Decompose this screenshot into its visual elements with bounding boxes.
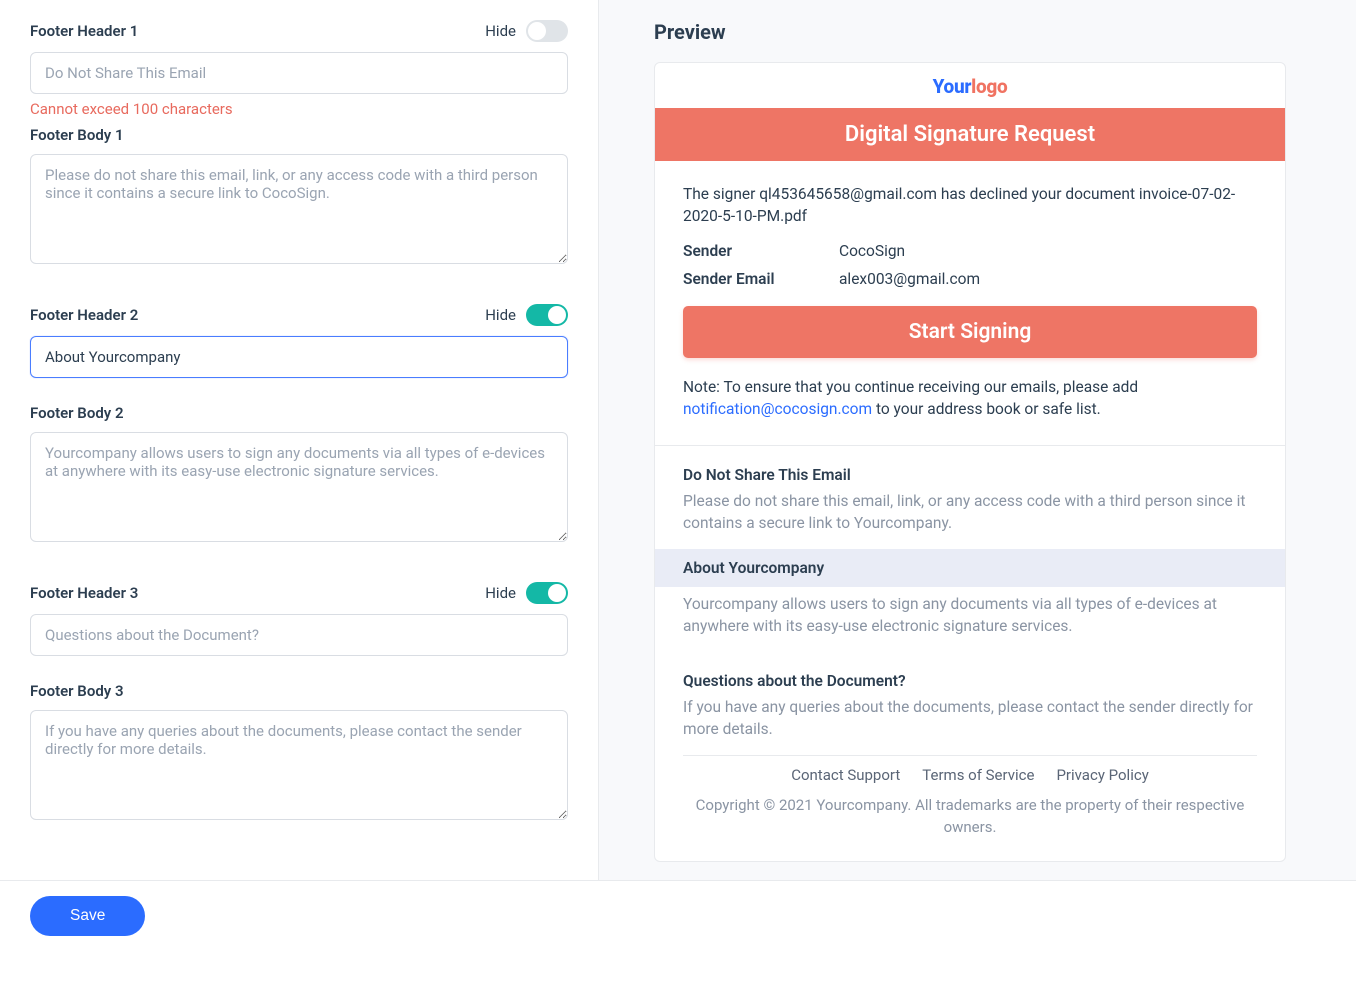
logo-part-1: Your	[933, 75, 972, 98]
hide-label-1: Hide	[485, 22, 516, 40]
footer-body-2-group: Footer Body 2	[30, 404, 568, 546]
section-2-head: About Yourcompany	[655, 549, 1285, 587]
footer-body-2-row: Footer Body 2	[30, 404, 568, 422]
section-1-head: Do Not Share This Email	[683, 466, 1257, 484]
footer-body-2-label: Footer Body 2	[30, 404, 124, 422]
footer-header-3-group: Footer Header 3 Hide	[30, 582, 568, 656]
form-panel[interactable]: Footer Header 1 Hide Cannot exceed 100 c…	[0, 0, 598, 880]
hide-label-2: Hide	[485, 306, 516, 324]
footer-body-3-textarea[interactable]	[30, 710, 568, 820]
footer-header-1-row: Footer Header 1 Hide	[30, 20, 568, 42]
footer-body-3-row: Footer Body 3	[30, 682, 568, 700]
footer-header-1-label: Footer Header 1	[30, 22, 138, 40]
footer-header-3-input[interactable]	[30, 614, 568, 656]
copyright-text: Copyright © 2021 Yourcompany. All tradem…	[655, 794, 1285, 861]
footer-header-2-label: Footer Header 2	[30, 306, 138, 324]
sender-value: CocoSign	[839, 242, 905, 260]
section-3-body: If you have any queries about the docume…	[683, 696, 1257, 741]
footer-header-1-error: Cannot exceed 100 characters	[30, 100, 568, 118]
hide-label-3: Hide	[485, 584, 516, 602]
note-prefix: Note: To ensure that you continue receiv…	[683, 378, 1138, 396]
terms-link[interactable]: Terms of Service	[922, 766, 1034, 784]
footer-links: Contact Support Terms of Service Privacy…	[655, 756, 1285, 794]
bottom-bar: Save	[0, 880, 1356, 950]
footer-header-1-input[interactable]	[30, 52, 568, 94]
footer-header-3-toggle[interactable]	[526, 582, 568, 604]
footer-body-1-textarea[interactable]	[30, 154, 568, 264]
sender-label: Sender	[683, 242, 839, 260]
decline-text: The signer ql453645658@gmail.com has dec…	[683, 183, 1257, 228]
section-2-body: Yourcompany allows users to sign any doc…	[683, 593, 1257, 638]
preview-card: Yourlogo Digital Signature Request The s…	[654, 62, 1286, 862]
sender-email-label: Sender Email	[683, 270, 839, 288]
footer-header-2-hide: Hide	[485, 304, 568, 326]
preview-title: Preview	[654, 20, 1286, 44]
footer-body-3-label: Footer Body 3	[30, 682, 124, 700]
footer-header-1-toggle[interactable]	[526, 20, 568, 42]
note-text: Note: To ensure that you continue receiv…	[683, 376, 1257, 421]
footer-header-2-toggle[interactable]	[526, 304, 568, 326]
sender-row: Sender CocoSign	[683, 242, 1257, 260]
privacy-link[interactable]: Privacy Policy	[1056, 766, 1148, 784]
sender-email-value: alex003@gmail.com	[839, 270, 980, 288]
footer-header-3-row: Footer Header 3 Hide	[30, 582, 568, 604]
preview-section-3: Questions about the Document? If you hav…	[655, 652, 1285, 755]
preview-section-2: About Yourcompany Yourcompany allows use…	[655, 549, 1285, 652]
logo-area: Yourlogo	[655, 63, 1285, 108]
footer-body-3-group: Footer Body 3	[30, 682, 568, 824]
footer-header-1-group: Footer Header 1 Hide Cannot exceed 100 c…	[30, 20, 568, 118]
note-suffix: to your address book or safe list.	[872, 400, 1101, 418]
footer-header-3-label: Footer Header 3	[30, 584, 138, 602]
preview-section-1: Do Not Share This Email Please do not sh…	[655, 446, 1285, 549]
preview-body: The signer ql453645658@gmail.com has dec…	[655, 161, 1285, 431]
contact-support-link[interactable]: Contact Support	[791, 766, 900, 784]
footer-body-1-row: Footer Body 1	[30, 126, 568, 144]
preview-panel: Preview Yourlogo Digital Signature Reque…	[598, 0, 1356, 880]
footer-body-1-group: Footer Body 1	[30, 126, 568, 268]
footer-body-2-textarea[interactable]	[30, 432, 568, 542]
start-signing-button[interactable]: Start Signing	[683, 306, 1257, 358]
footer-header-2-input[interactable]	[30, 336, 568, 378]
save-button[interactable]: Save	[30, 896, 145, 936]
footer-body-1-label: Footer Body 1	[30, 126, 124, 144]
logo-part-2: logo	[971, 75, 1007, 98]
sender-email-row: Sender Email alex003@gmail.com	[683, 270, 1257, 288]
preview-banner: Digital Signature Request	[655, 108, 1285, 161]
footer-header-2-group: Footer Header 2 Hide	[30, 304, 568, 378]
note-email-link[interactable]: notification@cocosign.com	[683, 400, 872, 418]
section-1-body: Please do not share this email, link, or…	[683, 490, 1257, 535]
footer-header-1-hide: Hide	[485, 20, 568, 42]
footer-header-3-hide: Hide	[485, 582, 568, 604]
section-3-head: Questions about the Document?	[683, 672, 1257, 690]
main-container: Footer Header 1 Hide Cannot exceed 100 c…	[0, 0, 1356, 880]
footer-header-2-row: Footer Header 2 Hide	[30, 304, 568, 326]
